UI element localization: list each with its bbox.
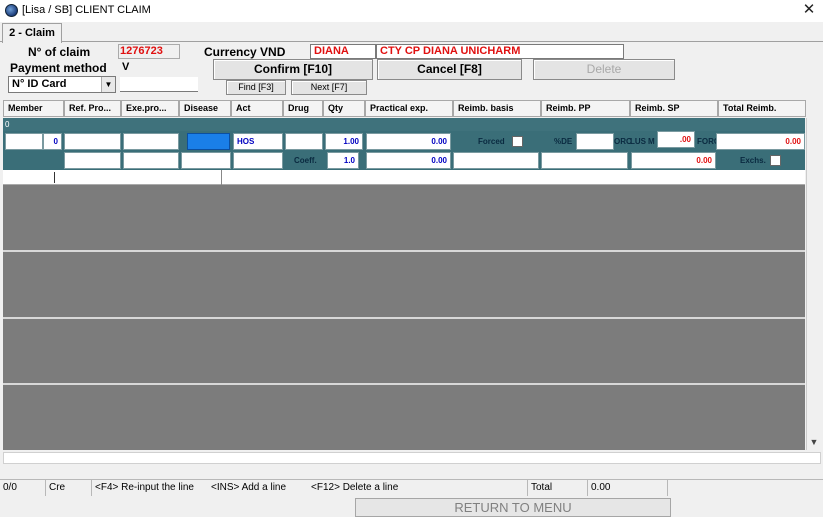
grid-scrollbar[interactable]: ▼ (806, 118, 820, 450)
cancel-button[interactable]: Cancel [F8] (377, 59, 522, 80)
hint-f4: <F4> Re-input the line (95, 482, 194, 493)
status-bar: 0/0 Cre <F4> Re-input the line <INS> Add… (0, 479, 823, 496)
grid-row-divider (3, 383, 805, 385)
reimb-pp-cell-2[interactable] (541, 152, 628, 169)
mt-label: M (648, 137, 655, 146)
col-header-reimb-sp[interactable]: Reimb. SP (630, 100, 718, 117)
app-globe-icon (5, 4, 18, 17)
status-position: 0/0 (0, 480, 46, 496)
total-label: Total (528, 480, 588, 496)
col-header-qty[interactable]: Qty (323, 100, 365, 117)
disease-cell-2[interactable] (181, 152, 231, 169)
disease-cell[interactable] (187, 133, 230, 150)
reimb-sp-cell[interactable]: .00 (657, 131, 695, 148)
coeff-label: Coeff. (294, 156, 317, 165)
line-edit-row[interactable] (3, 170, 805, 185)
claim-number-label: N° of claim (28, 45, 91, 59)
reimb-pp-cell[interactable] (576, 133, 614, 150)
chevron-down-icon[interactable]: ▼ (101, 77, 115, 92)
lus-label: LUS (630, 137, 646, 146)
practical-exp-cell-2[interactable]: 0.00 (366, 152, 451, 169)
grid-row-divider (3, 250, 805, 252)
payment-method-field[interactable]: V (118, 60, 148, 75)
status-mode: Cre (46, 480, 92, 496)
find-button[interactable]: Find [F3] (226, 80, 286, 95)
id-type-select[interactable]: N° ID Card ▼ (8, 76, 116, 93)
col-header-exe-pro[interactable]: Exe.pro... (121, 100, 179, 117)
close-icon[interactable]: ✕ (801, 1, 817, 19)
title-bar: [Lisa / SB] CLIENT CLAIM ✕ (0, 0, 823, 22)
exe-pro-cell-2[interactable] (123, 152, 179, 169)
forced-checkbox[interactable] (512, 136, 523, 147)
qty-cell[interactable]: 1.00 (325, 133, 363, 150)
exchs-checkbox[interactable] (770, 155, 781, 166)
practical-exp-cell[interactable]: 0.00 (366, 133, 451, 150)
text-cursor (54, 172, 55, 183)
forced-label: Forced (478, 137, 505, 146)
grid-row-divider (3, 317, 805, 319)
payment-method-label: Payment method (10, 61, 107, 75)
row-index: 0 (5, 120, 10, 129)
exchs-label: Exchs. (740, 156, 766, 165)
row-index-bar (3, 118, 805, 131)
col-header-disease[interactable]: Disease (179, 100, 231, 117)
exe-pro-cell[interactable] (123, 133, 179, 150)
col-header-member[interactable]: Member (3, 100, 64, 117)
window-title: [Lisa / SB] CLIENT CLAIM (22, 4, 151, 16)
edit-row-divider (221, 170, 222, 185)
client-code-field[interactable]: DIANA (310, 44, 376, 59)
return-to-menu-button[interactable]: RETURN TO MENU (355, 498, 671, 517)
claim-number-field[interactable] (118, 44, 180, 59)
member-number-cell[interactable]: 0 (43, 133, 62, 150)
id-type-selected: N° ID Card (12, 78, 67, 90)
hint-ins: <INS> Add a line (211, 482, 287, 493)
total-value: 0.00 (588, 480, 668, 496)
col-header-practical-exp[interactable]: Practical exp. (365, 100, 453, 117)
col-header-drug[interactable]: Drug (283, 100, 323, 117)
act-cell[interactable]: HOS (233, 133, 283, 150)
confirm-button[interactable]: Confirm [F10] (213, 59, 373, 80)
total-reimb-cell[interactable]: 0.00 (716, 133, 805, 150)
reimb-sp-cell-2[interactable]: 0.00 (631, 152, 716, 169)
tab-claim[interactable]: 2 - Claim (2, 23, 62, 43)
client-name-field[interactable]: CTY CP DIANA UNICHARM (376, 44, 624, 59)
col-header-total-reimb[interactable]: Total Reimb. (718, 100, 806, 117)
coeff-cell[interactable]: 1.0 (327, 152, 359, 169)
currency-label: Currency VND (204, 45, 286, 59)
next-button[interactable]: Next [F7] (291, 80, 367, 95)
id-number-field[interactable] (120, 77, 198, 92)
col-header-reimb-pp[interactable]: Reimb. PP (541, 100, 630, 117)
ref-pro-cell-2[interactable] (64, 152, 121, 169)
ref-pro-cell[interactable] (64, 133, 121, 150)
hint-f12: <F12> Delete a line (308, 480, 528, 496)
act-cell-2[interactable] (233, 152, 283, 169)
col-header-reimb-basis[interactable]: Reimb. basis (453, 100, 541, 117)
drug-cell[interactable] (285, 133, 323, 150)
col-header-ref-pro[interactable]: Ref. Pro... (64, 100, 121, 117)
percent-de-label: %DE (554, 137, 573, 146)
summary-strip (3, 452, 821, 464)
member-cell[interactable] (5, 133, 43, 150)
reimb-basis-cell-2[interactable] (453, 152, 539, 169)
scroll-down-icon[interactable]: ▼ (807, 436, 821, 448)
delete-button[interactable]: Delete (533, 59, 675, 80)
tab-strip: 2 - Claim (0, 22, 823, 43)
col-header-act[interactable]: Act (231, 100, 283, 117)
